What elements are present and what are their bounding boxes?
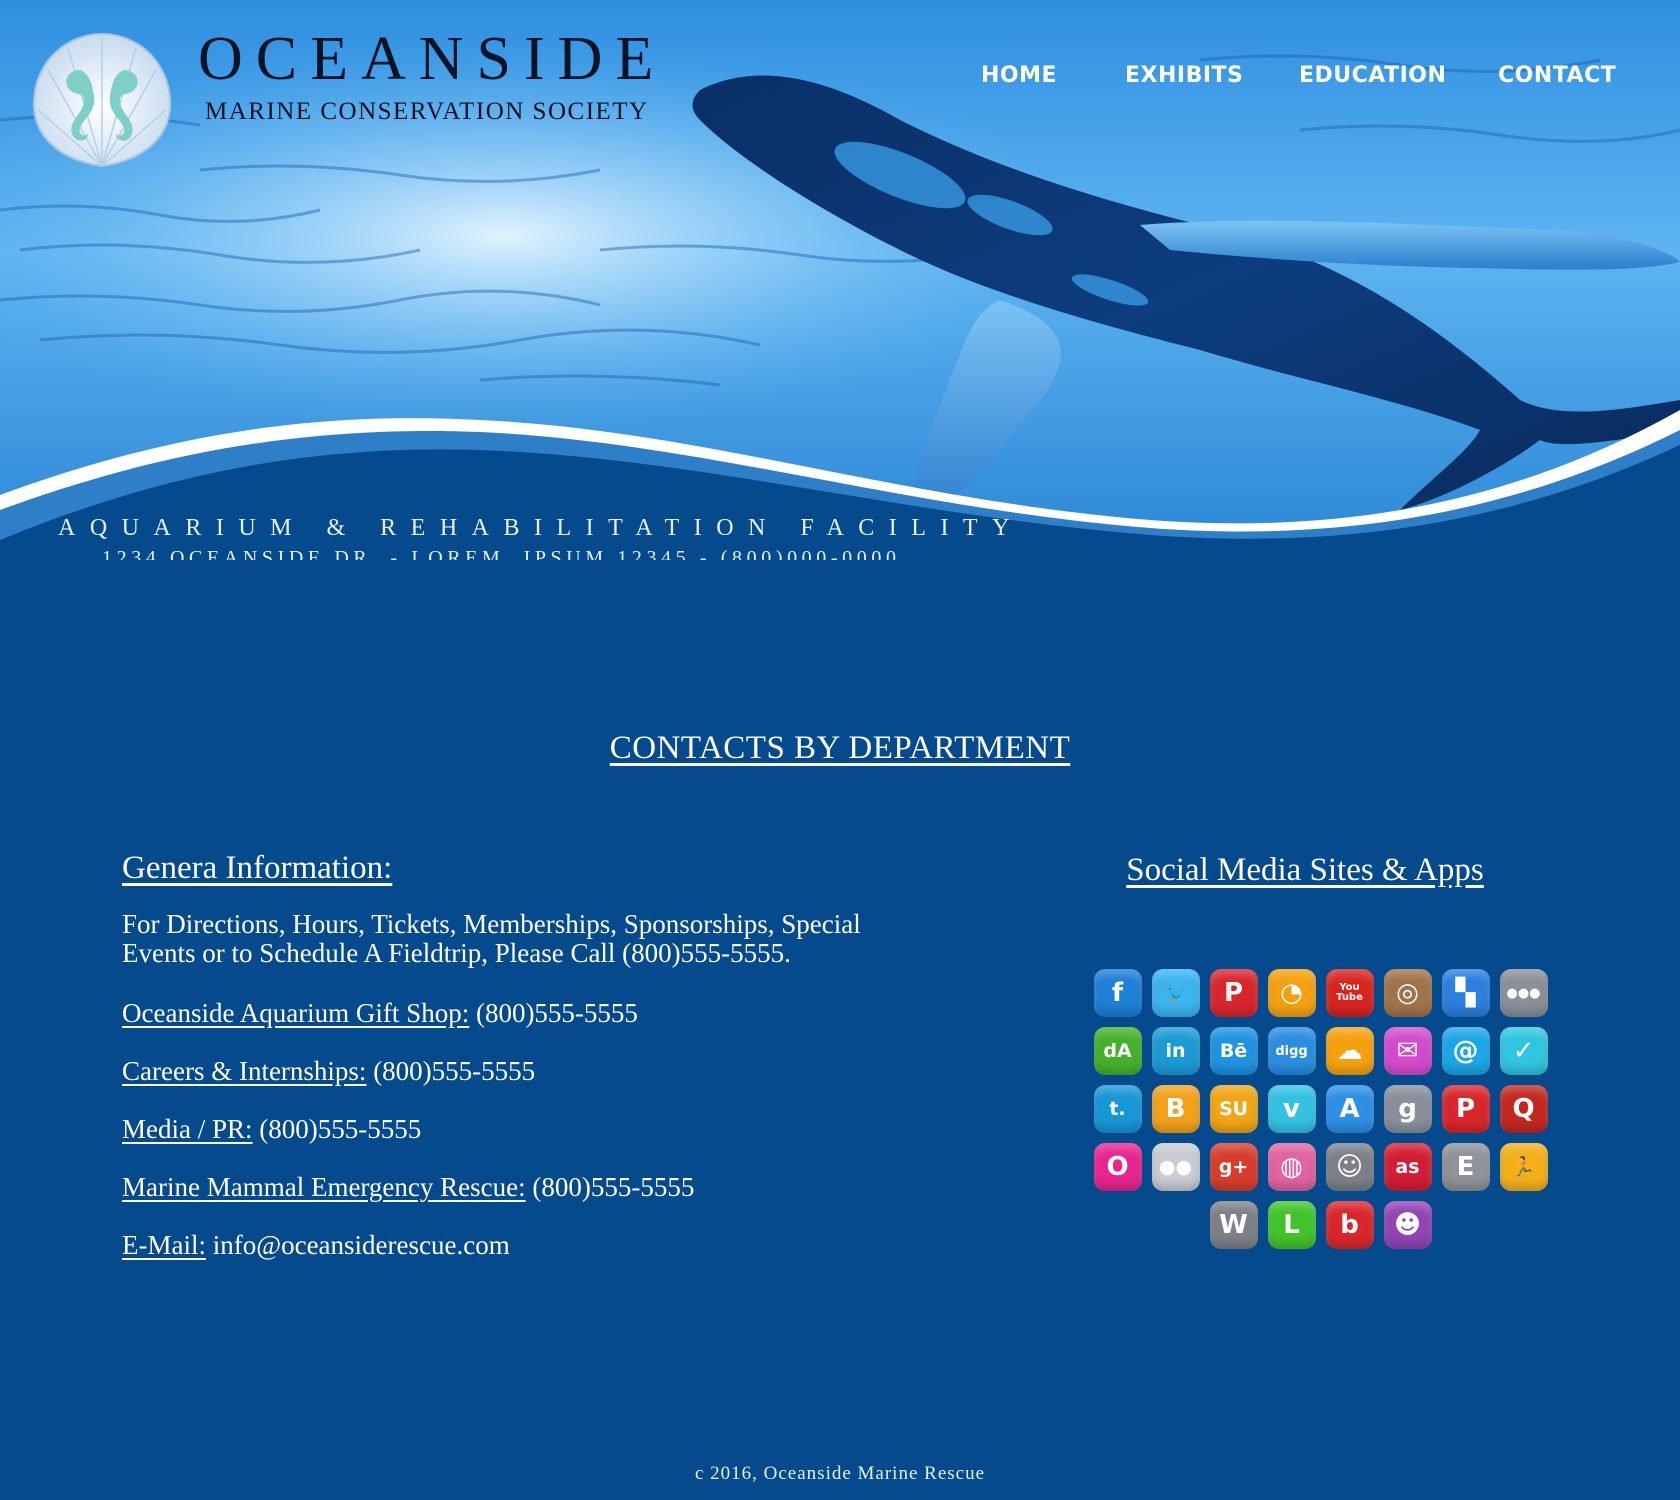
footer-copyright: c 2016, Oceanside Marine Rescue xyxy=(694,1463,986,1484)
facility-name: AQUARIUM & REHABILITATION FACILITY xyxy=(58,515,1024,541)
evernote-icon[interactable]: E xyxy=(1441,1143,1490,1191)
twitter-icon[interactable]: 🐦 xyxy=(1151,969,1200,1017)
nav-education[interactable]: EDUCATION xyxy=(1299,63,1446,88)
pinterest-icon[interactable]: P xyxy=(1209,969,1258,1017)
contacts-column: Genera Information: For Directions, Hour… xyxy=(122,848,882,1260)
contacts-heading: CONTACTS BY DEPARTMENT xyxy=(609,730,1071,766)
tumblr-icon[interactable]: t. xyxy=(1093,1085,1142,1133)
line-icon[interactable]: L xyxy=(1267,1201,1316,1249)
behance-icon[interactable]: Bē xyxy=(1209,1027,1258,1075)
social-icon-row: t. B SU v Ag P Q xyxy=(1088,1085,1553,1133)
foursquare-icon[interactable]: ✓ xyxy=(1499,1027,1548,1075)
dribbble-icon[interactable]: ◍ xyxy=(1267,1143,1316,1191)
nav-home[interactable]: HOME xyxy=(981,63,1057,88)
digg-icon[interactable]: digg xyxy=(1267,1027,1316,1075)
email-icon[interactable]: ✉ xyxy=(1383,1027,1432,1075)
path-icon[interactable]: O xyxy=(1093,1143,1142,1191)
pinterest-alt-icon[interactable]: P xyxy=(1441,1085,1490,1133)
social-heading: Social Media Sites & Apps xyxy=(1126,852,1484,888)
site-title[interactable]: OCEANSIDE xyxy=(198,28,666,90)
youtube-icon[interactable]: You Tube xyxy=(1325,969,1374,1017)
social-icon-row: dA in Bē digg ☁ ✉ @ ✓ xyxy=(1088,1027,1553,1075)
blogger-icon[interactable]: B xyxy=(1151,1085,1200,1133)
seahorse-shell-logo[interactable] xyxy=(28,30,176,170)
appstore-icon[interactable]: A xyxy=(1325,1085,1374,1133)
myspace-icon[interactable]: ●●● xyxy=(1499,969,1548,1017)
ebuddy-icon[interactable]: @ xyxy=(1441,1027,1490,1075)
social-icon-grid: f 🐦 P ◔ You Tube ◎ ▚ ●●● dA in Bē digg ☁ ✉ @ ✓ t. B SU v Ag P… xyxy=(1088,969,1553,1259)
social-icon-row: O ●● g+ ◍ ☺ as E 🏃 xyxy=(1088,1143,1553,1191)
general-info-text: For Directions, Hours, Tickets, Membersh… xyxy=(122,909,861,968)
stumbleupon-icon[interactable]: SU xyxy=(1209,1085,1258,1133)
social-icon-row: W Lb ☻ xyxy=(1088,1201,1553,1249)
facility-address: 1234 OCEANSIDE DR. - LOREM, IPSUM 12345 … xyxy=(102,547,901,560)
nav-contact[interactable]: CONTACT xyxy=(1498,63,1616,88)
hero-banner: OCEANSIDE MARINE CONSERVATION SOCIETY HO… xyxy=(0,0,1680,560)
contact-value: (800)555-5555 xyxy=(475,998,638,1028)
contact-gift-shop: Oceanside Aquarium Gift Shop: (800)555-5… xyxy=(122,998,882,1028)
contact-careers: Careers & Internships: (800)555-5555 xyxy=(122,1056,882,1086)
googleplus-icon[interactable]: g+ xyxy=(1209,1143,1258,1191)
flickr-icon[interactable]: ●● xyxy=(1151,1143,1200,1191)
contact-label[interactable]: E-Mail: xyxy=(122,1230,206,1260)
contact-label[interactable]: Marine Mammal Emergency Rescue: xyxy=(122,1172,526,1202)
instagram-icon[interactable]: ◎ xyxy=(1383,969,1432,1017)
site-subtitle: MARINE CONSERVATION SOCIETY xyxy=(205,98,649,125)
contact-label[interactable]: Oceanside Aquarium Gift Shop: xyxy=(122,998,469,1028)
facebook-icon[interactable]: f xyxy=(1093,969,1142,1017)
main-nav: HOME EXHIBITS EDUCATION CONTACT xyxy=(960,63,1640,93)
lastfm-icon[interactable]: as xyxy=(1383,1143,1432,1191)
reddit-icon[interactable]: ☺ xyxy=(1325,1143,1374,1191)
wordpress-icon[interactable]: W xyxy=(1209,1201,1258,1249)
beats-icon[interactable]: b xyxy=(1325,1201,1374,1249)
quora-icon[interactable]: Q xyxy=(1499,1085,1548,1133)
delicious-icon[interactable]: ▚ xyxy=(1441,969,1490,1017)
goodreads-icon[interactable]: g xyxy=(1383,1085,1432,1133)
contact-value[interactable]: info@oceansiderescue.com xyxy=(213,1230,510,1260)
contact-media-pr: Media / PR: (800)555-5555 xyxy=(122,1114,882,1144)
general-info-heading: Genera Information: xyxy=(122,850,393,886)
soundcloud-icon[interactable]: ☁ xyxy=(1325,1027,1374,1075)
contact-label[interactable]: Careers & Internships: xyxy=(122,1056,366,1086)
gtalk-icon[interactable]: ☻ xyxy=(1383,1201,1432,1249)
contact-label[interactable]: Media / PR: xyxy=(122,1114,253,1144)
vimeo-icon[interactable]: v xyxy=(1267,1085,1316,1133)
deviantart-icon[interactable]: dA xyxy=(1093,1027,1142,1075)
contact-email: E-Mail: info@oceansiderescue.com xyxy=(122,1230,882,1260)
nav-exhibits[interactable]: EXHIBITS xyxy=(1125,63,1243,88)
contact-emergency-rescue: Marine Mammal Emergency Rescue: (800)555… xyxy=(122,1172,882,1202)
contact-value: (800)555-5555 xyxy=(532,1172,695,1202)
social-icon-row: f 🐦 P ◔ You Tube ◎ ▚ ●●● xyxy=(1088,969,1553,1017)
linkedin-icon[interactable]: in xyxy=(1151,1027,1200,1075)
rss-icon[interactable]: ◔ xyxy=(1267,969,1316,1017)
contact-value: (800)555-5555 xyxy=(373,1056,536,1086)
runkeeper-icon[interactable]: 🏃 xyxy=(1499,1143,1548,1191)
contact-value: (800)555-5555 xyxy=(259,1114,422,1144)
